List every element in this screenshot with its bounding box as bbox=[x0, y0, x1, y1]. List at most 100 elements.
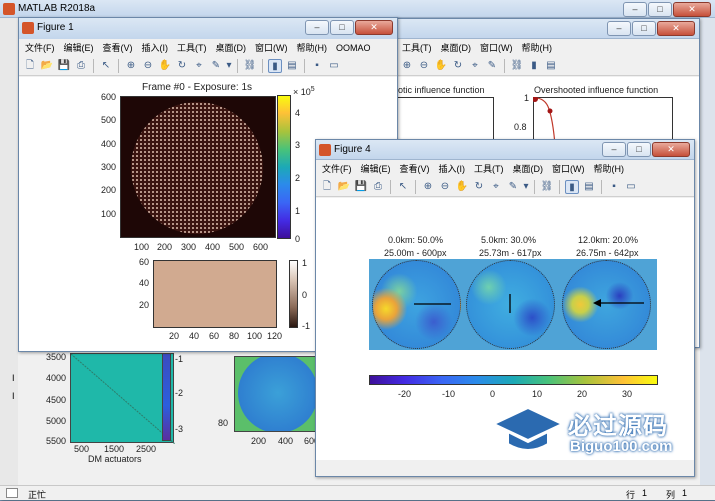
fig4-menu-file[interactable]: 文件(F) bbox=[322, 162, 352, 175]
fig1-close-button[interactable]: ✕ bbox=[355, 20, 393, 35]
zoom-in-icon[interactable]: ⊕ bbox=[421, 180, 435, 194]
edit-plot-icon[interactable]: ↖ bbox=[396, 180, 410, 194]
fig4-menu-desktop[interactable]: 桌面(D) bbox=[513, 162, 544, 175]
data-cursor-icon[interactable]: ⌖ bbox=[468, 59, 482, 73]
save-icon[interactable]: 💾 bbox=[57, 59, 71, 73]
hide-plot-tools-icon[interactable]: ▪ bbox=[607, 180, 621, 194]
influence-titlebar[interactable]: – □ ✕ bbox=[396, 19, 699, 39]
fig1-menu-desktop[interactable]: 桌面(D) bbox=[216, 41, 247, 54]
rotate-icon[interactable]: ↻ bbox=[472, 180, 486, 194]
frame-ytick-600: 600 bbox=[101, 92, 117, 102]
link-icon[interactable]: ⛓ bbox=[540, 180, 554, 194]
pan-icon[interactable]: ✋ bbox=[158, 59, 172, 73]
toolbar-separator bbox=[118, 58, 119, 73]
figure-1-titlebar[interactable]: Figure 1 – □ ✕ bbox=[19, 18, 397, 40]
pupil-disc bbox=[238, 357, 318, 431]
watermark-url: Biguo100.com bbox=[570, 438, 673, 455]
panel-2-line2: 25.73m - 617px bbox=[479, 248, 542, 258]
fig1-menu-file[interactable]: 文件(F) bbox=[25, 41, 55, 54]
link-icon[interactable]: ⛓ bbox=[510, 59, 524, 73]
fig1-menu-view[interactable]: 查看(V) bbox=[103, 41, 133, 54]
left-edge-strip bbox=[0, 18, 18, 488]
open-icon[interactable]: 📂 bbox=[337, 180, 351, 194]
dm-xlabel: DM actuators bbox=[88, 454, 142, 464]
colorbar-icon[interactable]: ▮ bbox=[268, 58, 282, 73]
zoom-in-icon[interactable]: ⊕ bbox=[400, 59, 414, 73]
fig1-menu-oomao[interactable]: OOMAO bbox=[336, 43, 371, 53]
fig4-menu-tools[interactable]: 工具(T) bbox=[474, 162, 504, 175]
close-button[interactable]: ✕ bbox=[673, 2, 711, 17]
data-cursor-icon[interactable]: ⌖ bbox=[489, 180, 503, 194]
fig1-menu-window[interactable]: 窗口(W) bbox=[255, 41, 288, 54]
print-icon[interactable]: ⎙ bbox=[371, 180, 385, 194]
bg-menu-help[interactable]: 帮助(H) bbox=[522, 41, 553, 54]
pan-icon[interactable]: ✋ bbox=[455, 180, 469, 194]
frame-xtick-300: 300 bbox=[181, 242, 197, 252]
brush-icon[interactable]: ✎ bbox=[209, 59, 223, 73]
maximize-button[interactable]: □ bbox=[648, 2, 672, 17]
fig4-close-button[interactable]: ✕ bbox=[652, 142, 690, 157]
zoom-in-icon[interactable]: ⊕ bbox=[124, 59, 138, 73]
colorbar-icon[interactable]: ▮ bbox=[565, 179, 579, 194]
brush-icon[interactable]: ✎ bbox=[506, 180, 520, 194]
data-cursor-icon[interactable]: ⌖ bbox=[192, 59, 206, 73]
bg-menu-desktop[interactable]: 桌面(D) bbox=[441, 41, 472, 54]
frame-cbar-exponent-base: × 10 bbox=[293, 87, 311, 97]
legend-icon[interactable]: ▤ bbox=[285, 59, 299, 73]
slope-ytick-40: 40 bbox=[139, 278, 150, 288]
bg-menu-window[interactable]: 窗口(W) bbox=[480, 41, 513, 54]
pupil-xtick-200: 200 bbox=[251, 436, 267, 446]
bg-maximize-button[interactable]: □ bbox=[632, 21, 656, 36]
dm-xtick-2500: 2500 bbox=[136, 444, 157, 454]
fig1-menu-edit[interactable]: 编辑(E) bbox=[64, 41, 94, 54]
fig4-minimize-button[interactable]: – bbox=[602, 142, 626, 157]
print-icon[interactable]: ⎙ bbox=[74, 59, 88, 73]
frame-xtick-200: 200 bbox=[157, 242, 173, 252]
show-plot-tools-icon[interactable]: ▭ bbox=[327, 59, 341, 73]
rotate-icon[interactable]: ↻ bbox=[451, 59, 465, 73]
bg-minimize-button[interactable]: – bbox=[607, 21, 631, 36]
dm-cbar-tick-1: -1 bbox=[175, 354, 184, 364]
fig4-menu-edit[interactable]: 编辑(E) bbox=[361, 162, 391, 175]
bg-close-button[interactable]: ✕ bbox=[657, 21, 695, 36]
dm-cbar-tick-3: -3 bbox=[175, 424, 184, 434]
figure-4-icon bbox=[319, 144, 331, 156]
edit-plot-icon[interactable]: ↖ bbox=[99, 59, 113, 73]
colorbar-icon[interactable]: ▮ bbox=[527, 59, 541, 73]
brush-dropdown-icon[interactable]: ▾ bbox=[226, 59, 232, 73]
matlab-titlebar[interactable]: MATLAB R2018a – □ ✕ bbox=[0, 0, 715, 18]
save-icon[interactable]: 💾 bbox=[354, 180, 368, 194]
new-figure-icon[interactable]: 🗋 bbox=[23, 59, 37, 73]
fig4-menu-help[interactable]: 帮助(H) bbox=[594, 162, 625, 175]
fig1-menu-help[interactable]: 帮助(H) bbox=[297, 41, 328, 54]
fig1-maximize-button[interactable]: □ bbox=[330, 20, 354, 35]
hide-plot-tools-icon[interactable]: ▪ bbox=[310, 59, 324, 73]
zoom-out-icon[interactable]: ⊖ bbox=[438, 180, 452, 194]
fig4-menu-window[interactable]: 窗口(W) bbox=[552, 162, 585, 175]
fig4-menu-view[interactable]: 查看(V) bbox=[400, 162, 430, 175]
new-figure-icon[interactable]: 🗋 bbox=[320, 180, 334, 194]
link-icon[interactable]: ⛓ bbox=[243, 59, 257, 73]
fig4-menu-insert[interactable]: 插入(I) bbox=[439, 162, 466, 175]
show-plot-tools-icon[interactable]: ▭ bbox=[624, 180, 638, 194]
brush-icon[interactable]: ✎ bbox=[485, 59, 499, 73]
figure-1-icon bbox=[22, 22, 34, 34]
watermark-cn: 必过源码 bbox=[568, 413, 668, 440]
minimize-button[interactable]: – bbox=[623, 2, 647, 17]
legend-icon[interactable]: ▤ bbox=[582, 180, 596, 194]
panel-1-line1: 0.0km: 50.0% bbox=[388, 235, 444, 245]
frame-cbar-exponent: × 105 bbox=[293, 86, 315, 97]
brush-dropdown-icon[interactable]: ▾ bbox=[523, 180, 529, 194]
rotate-icon[interactable]: ↻ bbox=[175, 59, 189, 73]
figure-4-titlebar[interactable]: Figure 4 – □ ✕ bbox=[316, 140, 694, 160]
fig1-menu-insert[interactable]: 插入(I) bbox=[142, 41, 169, 54]
zoom-out-icon[interactable]: ⊖ bbox=[417, 59, 431, 73]
legend-icon[interactable]: ▤ bbox=[544, 59, 558, 73]
open-icon[interactable]: 📂 bbox=[40, 59, 54, 73]
bg-menu-tools[interactable]: 工具(T) bbox=[402, 41, 432, 54]
fig1-minimize-button[interactable]: – bbox=[305, 20, 329, 35]
fig4-maximize-button[interactable]: □ bbox=[627, 142, 651, 157]
zoom-out-icon[interactable]: ⊖ bbox=[141, 59, 155, 73]
pan-icon[interactable]: ✋ bbox=[434, 59, 448, 73]
fig1-menu-tools[interactable]: 工具(T) bbox=[177, 41, 207, 54]
